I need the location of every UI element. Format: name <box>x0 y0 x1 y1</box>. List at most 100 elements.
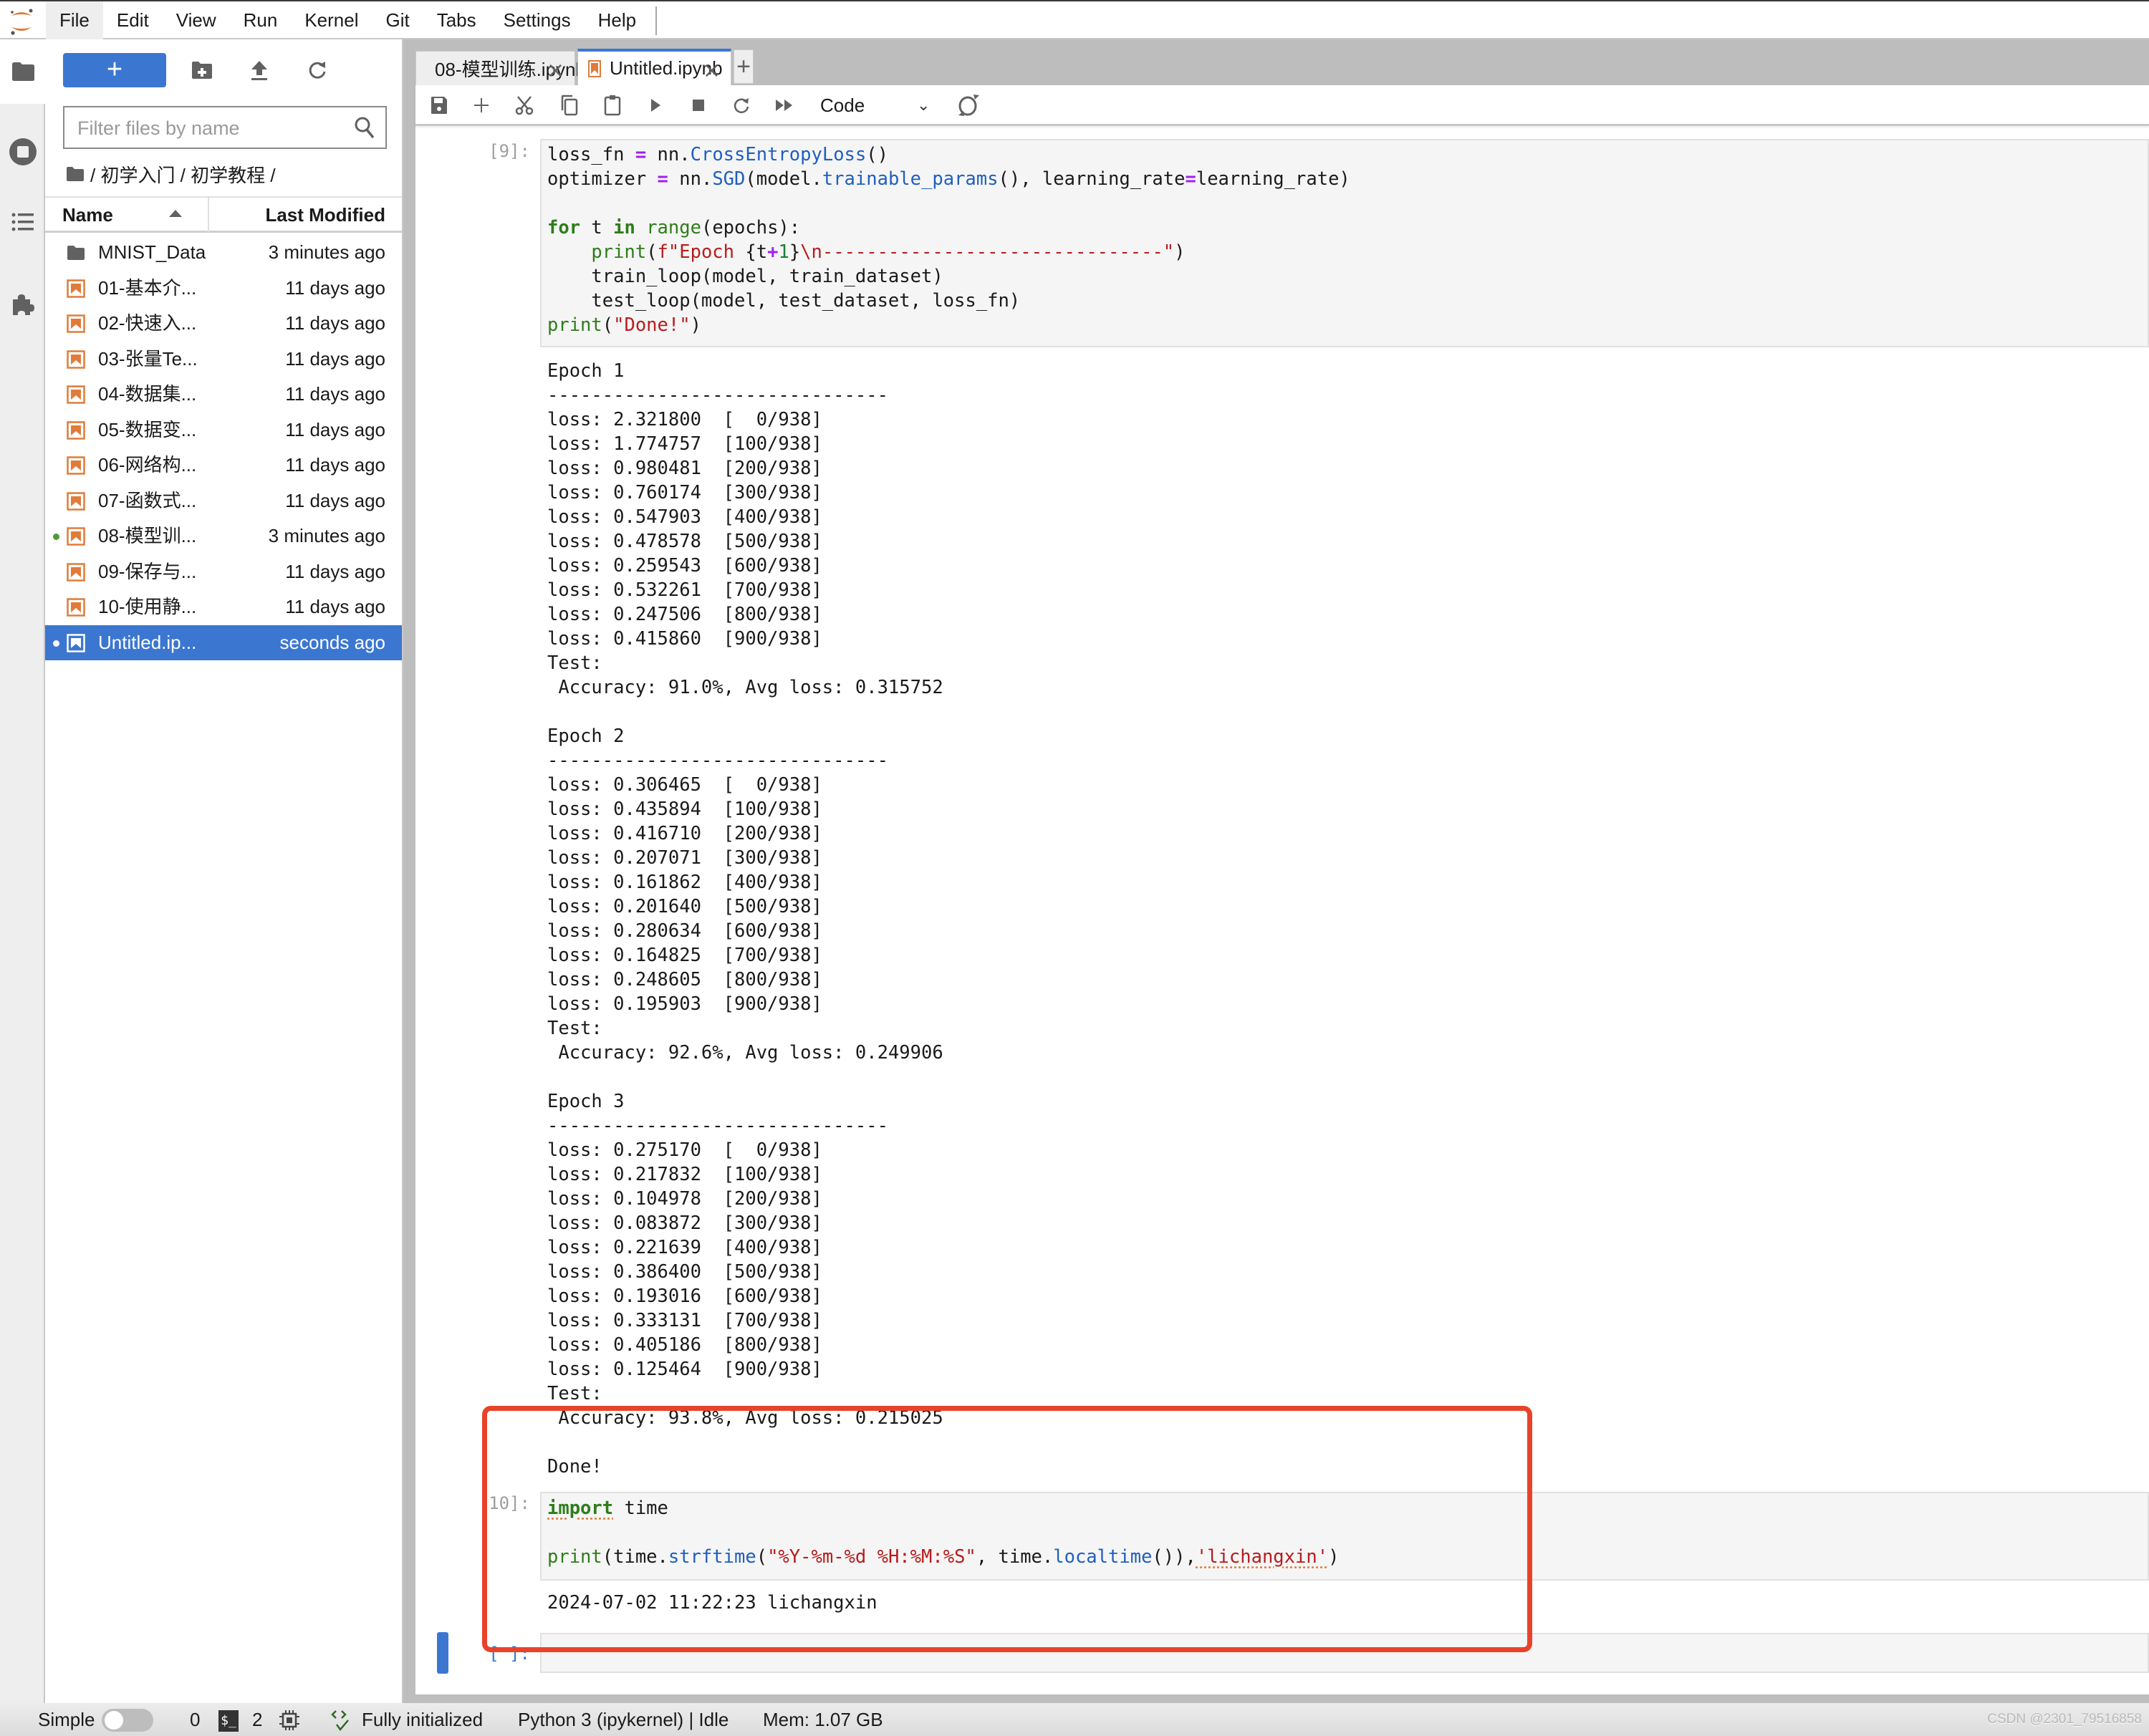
terminal-icon: $_ <box>218 1710 239 1732</box>
folder-home-icon[interactable] <box>66 166 85 182</box>
menu-kernel[interactable]: Kernel <box>291 1 372 39</box>
notebook-icon <box>67 314 85 333</box>
menu-view[interactable]: View <box>163 1 230 39</box>
breadcrumb-path[interactable]: / 初学入门 / 初学教程 / <box>90 161 276 188</box>
lsp-status[interactable]: Fully initialized <box>362 1703 483 1736</box>
notebook-icon <box>67 420 85 440</box>
notebook-icon <box>67 562 85 582</box>
copy-button[interactable] <box>557 93 582 117</box>
running-kernels-tab[interactable] <box>0 120 45 184</box>
file-modified: 3 minutes ago <box>268 241 385 263</box>
file-name: 10-使用静... <box>98 596 197 617</box>
file-modified: 11 days ago <box>285 454 385 476</box>
menu-settings[interactable]: Settings <box>490 1 585 39</box>
main-dock-area: 08-模型训练.ipynb × Untitled.ipynb × + Code … <box>415 39 2149 1703</box>
paste-button[interactable] <box>600 93 625 117</box>
file-list-item[interactable]: 07-函数式... 11 days ago <box>45 483 402 519</box>
column-divider[interactable] <box>208 198 209 232</box>
plus-icon <box>474 98 489 112</box>
column-last-modified[interactable]: Last Modified <box>265 198 385 232</box>
run-cell-button[interactable] <box>643 93 668 117</box>
file-filter-input-wrapper <box>63 106 387 149</box>
menu-help[interactable]: Help <box>585 1 650 39</box>
file-list-item[interactable]: 01-基本介... 11 days ago <box>45 271 402 307</box>
breadcrumb: / 初学入门 / 初学教程 / <box>66 160 276 188</box>
file-list-item[interactable]: 10-使用静... 11 days ago <box>45 589 402 625</box>
notebook-toolbar: Code ⌄ <box>415 85 2149 126</box>
file-name: 01-基本介... <box>98 276 197 299</box>
empty-code-cell-input[interactable] <box>540 1633 2149 1673</box>
tab-08-notebook[interactable]: 08-模型训练.ipynb × <box>415 51 586 85</box>
restart-kernel-button[interactable] <box>729 93 754 117</box>
menu-git[interactable]: Git <box>372 1 423 39</box>
code-editor[interactable]: import time print(time.strftime("%Y-%m-%… <box>542 1493 2148 1569</box>
running-indicator-icon <box>53 534 59 540</box>
file-list-item[interactable]: Untitled.ip... seconds ago <box>45 625 402 660</box>
close-tab-icon[interactable]: × <box>547 58 564 83</box>
table-of-contents-tab[interactable] <box>0 190 45 254</box>
terminals-count[interactable]: 2 <box>252 1703 262 1736</box>
extension-manager-tab[interactable] <box>0 272 45 337</box>
file-name: Untitled.ip... <box>98 631 197 653</box>
file-list-item[interactable]: 02-快速入... 11 days ago <box>45 306 402 342</box>
menu-run[interactable]: Run <box>230 1 292 39</box>
file-list-item[interactable]: 09-保存与... 11 days ago <box>45 554 402 590</box>
close-tab-icon[interactable]: × <box>703 58 721 83</box>
upload-button[interactable] <box>248 59 271 82</box>
restart-icon <box>734 98 749 113</box>
file-list-item[interactable]: 05-数据变... 11 days ago <box>45 413 402 448</box>
menu-file[interactable]: File <box>46 1 103 39</box>
cell-type-value: Code <box>820 95 865 116</box>
new-launcher-button[interactable]: + <box>63 53 166 87</box>
menu-tabs[interactable]: Tabs <box>423 1 490 39</box>
git-diff-button[interactable] <box>956 93 981 117</box>
running-indicator-icon <box>53 640 59 647</box>
kernels-count[interactable]: 0 <box>190 1703 200 1736</box>
refresh-button[interactable] <box>306 59 329 82</box>
sidebar-splitter[interactable] <box>403 39 415 1703</box>
file-browser-panel: + / 初学入门 / 初学教程 / Name Last Modified MNI… <box>45 39 403 1703</box>
cell-prompt: [10]: <box>478 1493 530 1513</box>
code-cell-input[interactable]: loss_fn = nn.CrossEntropyLoss() optimize… <box>540 139 2149 347</box>
file-list-item[interactable]: 04-数据集... 11 days ago <box>45 377 402 413</box>
kernel-status[interactable]: Python 3 (ipykernel) | Idle <box>518 1703 729 1736</box>
cell-prompt: [9]: <box>489 141 530 161</box>
file-list-item[interactable]: 03-张量Te... 11 days ago <box>45 342 402 377</box>
cell-prompt: [ ]: <box>489 1644 530 1664</box>
file-name: 07-函数式... <box>98 489 197 511</box>
play-icon <box>651 99 660 112</box>
save-button[interactable] <box>427 93 451 117</box>
cut-button[interactable] <box>512 93 537 117</box>
file-list-item[interactable]: 08-模型训... 3 minutes ago <box>45 519 402 554</box>
code-cell-input[interactable]: import time print(time.strftime("%Y-%m-%… <box>540 1492 2149 1581</box>
file-modified: 11 days ago <box>285 347 385 370</box>
restart-run-all-button[interactable] <box>772 93 797 117</box>
cell-output: Epoch 1 ------------------------------- … <box>547 360 943 1477</box>
new-tab-button[interactable]: + <box>734 49 754 84</box>
notebook-icon <box>67 385 85 404</box>
notebook-icon <box>67 456 85 475</box>
jupyter-logo-icon <box>11 9 33 35</box>
list-icon <box>11 213 34 231</box>
left-sidebar-tabs <box>0 39 46 1703</box>
file-browser-toolbar: + <box>45 53 403 87</box>
simple-mode-toggle[interactable] <box>102 1709 153 1732</box>
column-name[interactable]: Name <box>62 198 113 232</box>
clipboard-icon <box>604 95 621 116</box>
insert-cell-button[interactable] <box>469 93 494 117</box>
menu-edit[interactable]: Edit <box>103 1 163 39</box>
file-list-item[interactable]: 06-网络构... 11 days ago <box>45 448 402 483</box>
cell-type-dropdown[interactable]: Code ⌄ <box>820 90 935 121</box>
notebook-panel: Code ⌄ [9]: loss_fn = nn.CrossEntropyLos… <box>415 85 2149 1694</box>
tab-untitled-notebook[interactable]: Untitled.ipynb × <box>577 49 731 85</box>
file-name: 03-张量Te... <box>98 347 198 370</box>
interrupt-kernel-button[interactable] <box>686 93 711 117</box>
code-editor[interactable]: loss_fn = nn.CrossEntropyLoss() optimize… <box>542 140 2148 337</box>
new-folder-button[interactable] <box>191 59 213 82</box>
fast-forward-icon <box>776 100 792 111</box>
file-modified: 11 days ago <box>285 560 385 582</box>
notebook-icon <box>67 491 85 511</box>
file-browser-tab[interactable] <box>0 39 46 104</box>
file-filter-input[interactable] <box>77 116 342 140</box>
file-list-item[interactable]: MNIST_Data 3 minutes ago <box>45 235 402 271</box>
